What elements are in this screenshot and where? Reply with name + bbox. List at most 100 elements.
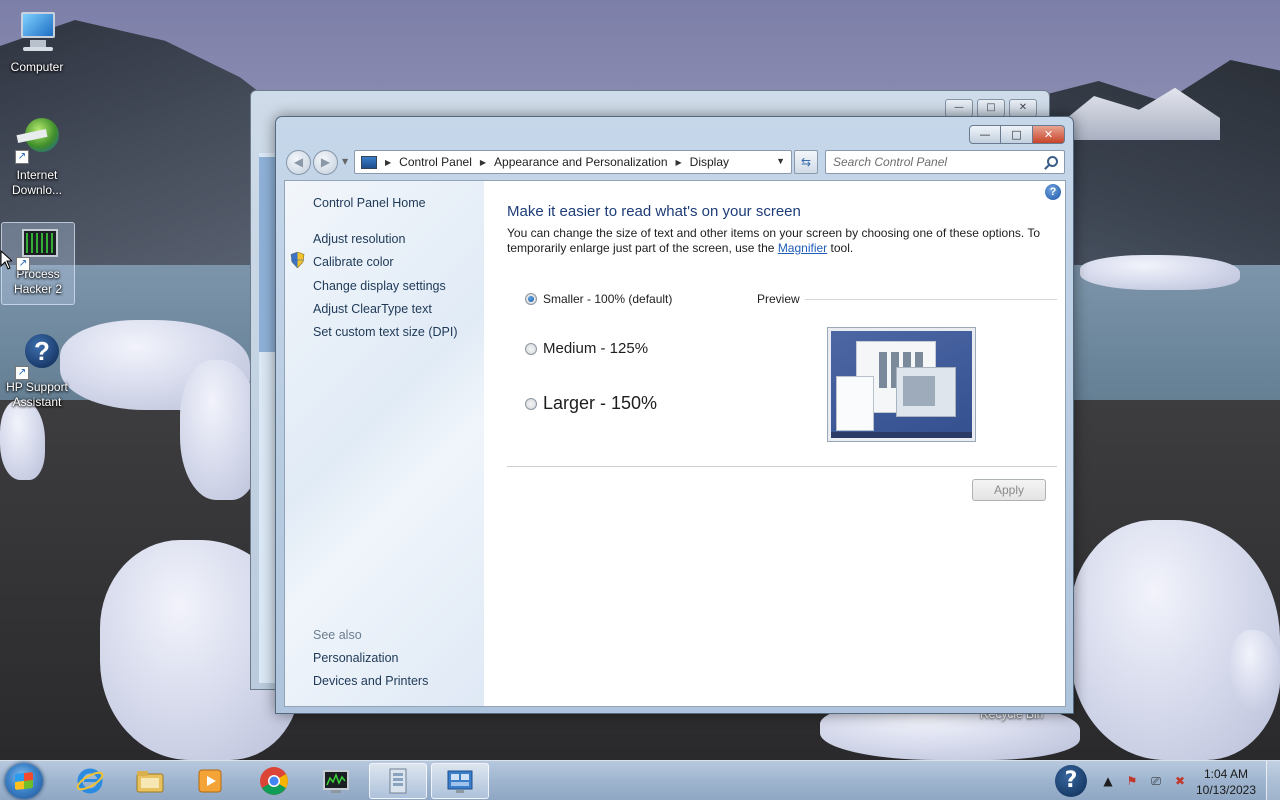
forward-button[interactable]: ▶ — [313, 150, 338, 175]
chevron-right-icon[interactable]: ▶ — [676, 158, 682, 167]
left-task-pane: Control Panel Home Adjust resolution Cal… — [285, 181, 484, 706]
hp-support-tray-icon[interactable]: ? — [1055, 765, 1087, 797]
shortcut-arrow-icon: ↗ — [16, 257, 30, 271]
hp-support-icon: ? ↗ — [13, 332, 61, 380]
main-pane: ? Make it easier to read what's on your … — [484, 181, 1065, 706]
control-panel-icon — [361, 155, 377, 169]
page-title: Make it easier to read what's on your sc… — [507, 203, 801, 220]
window-content: Control Panel Home Adjust resolution Cal… — [284, 180, 1066, 707]
taskbar-chrome[interactable] — [245, 763, 303, 799]
desktop-icon-hp-support-assistant[interactable]: ? ↗ HP Support Assistant — [0, 332, 74, 410]
close-button[interactable]: ✕ — [1009, 99, 1037, 117]
option-medium-label: Medium - 125% — [543, 340, 649, 357]
radio-larger[interactable] — [525, 397, 537, 410]
breadcrumb-appearance-personalization[interactable]: Appearance and Personalization — [494, 155, 667, 169]
chevron-right-icon[interactable]: ▶ — [385, 158, 391, 167]
clock-date: 10/13/2023 — [1195, 783, 1257, 797]
link-adjust-cleartype-text[interactable]: Adjust ClearType text — [313, 302, 432, 316]
maximize-button[interactable]: □ — [1001, 125, 1033, 144]
minimize-button[interactable]: — — [945, 99, 973, 117]
option-smaller[interactable]: Smaller - 100% (default) — [525, 292, 672, 306]
media-player-icon — [198, 769, 222, 793]
internet-download-manager-icon: ↗ — [13, 116, 61, 164]
forward-arrow-icon: ▶ — [320, 155, 331, 169]
apply-button[interactable]: Apply — [972, 479, 1046, 501]
network-icon[interactable]: ⎚ — [1148, 773, 1164, 789]
volume-muted-icon[interactable]: ✖ — [1172, 773, 1188, 789]
start-button[interactable] — [5, 763, 43, 799]
taskbar-internet-explorer[interactable] — [61, 763, 119, 799]
taskbar: ? ▲ ⚑ ⎚ ✖ 1:04 AM 10/13/2023 — [0, 760, 1280, 800]
back-arrow-icon: ◀ — [293, 155, 304, 169]
taskbar-media-player[interactable] — [181, 763, 239, 799]
desktop-icon-internet-download-manager[interactable]: ↗ Internet Downlo... — [0, 116, 74, 198]
clock[interactable]: 1:04 AM 10/13/2023 — [1195, 766, 1257, 798]
wallpaper-ice — [1080, 255, 1240, 290]
desktop-icon-label: Internet Downlo... — [11, 168, 63, 197]
show-desktop-button[interactable] — [1266, 761, 1280, 800]
background-window-sidebar — [259, 157, 275, 352]
search-input[interactable]: Search Control Panel — [825, 150, 1065, 174]
radio-medium[interactable] — [525, 342, 537, 355]
refresh-button[interactable]: ⇆ — [794, 150, 818, 174]
link-set-custom-text-size[interactable]: Set custom text size (DPI) — [313, 325, 457, 339]
maximize-button[interactable]: □ — [977, 99, 1005, 117]
internet-explorer-icon — [76, 768, 104, 794]
link-change-display-settings[interactable]: Change display settings — [313, 279, 446, 293]
taskbar-window[interactable] — [369, 763, 427, 799]
recent-pages-dropdown-icon[interactable]: ▼ — [342, 157, 348, 166]
chrome-icon — [260, 767, 288, 795]
shortcut-arrow-icon: ↗ — [15, 366, 29, 380]
preview-label: Preview — [757, 292, 800, 306]
preview-image — [827, 327, 976, 442]
preview-desktop — [831, 331, 972, 438]
link-control-panel-home[interactable]: Control Panel Home — [313, 196, 426, 210]
taskbar-windows-explorer[interactable] — [121, 763, 179, 799]
breadcrumb-display[interactable]: Display — [690, 155, 729, 169]
wallpaper-ice — [0, 400, 45, 480]
shortcut-arrow-icon: ↗ — [15, 150, 29, 164]
breadcrumb-control-panel[interactable]: Control Panel — [399, 155, 472, 169]
desktop-icon-process-hacker[interactable]: ↗ Process Hacker 2 — [1, 222, 75, 305]
link-calibrate-color[interactable]: Calibrate color — [313, 255, 394, 269]
link-adjust-resolution[interactable]: Adjust resolution — [313, 232, 405, 246]
radio-smaller[interactable] — [525, 293, 537, 305]
wallpaper-ice — [1230, 630, 1280, 710]
option-medium[interactable]: Medium - 125% — [525, 340, 648, 357]
process-hacker-icon: ↗ — [14, 223, 62, 271]
window-caption-buttons: — □ ✕ — [969, 125, 1065, 144]
desktop-icon-label: Process Hacker 2 — [13, 267, 63, 296]
description-text: You can change the size of text and othe… — [507, 226, 1041, 255]
link-devices-and-printers[interactable]: Devices and Printers — [313, 674, 428, 688]
taskbar-process-hacker[interactable] — [307, 763, 365, 799]
windows-logo-icon — [15, 772, 33, 790]
control-panel-icon — [447, 770, 473, 793]
preview-window-icon — [896, 367, 956, 417]
address-bar[interactable]: ▶ Control Panel ▶ Appearance and Persona… — [354, 150, 792, 174]
help-icon[interactable]: ? — [1045, 184, 1061, 200]
description-tail: tool. — [827, 241, 854, 255]
search-icon[interactable] — [1047, 156, 1058, 167]
minimize-button[interactable]: — — [969, 125, 1001, 144]
address-dropdown-icon[interactable]: ▼ — [776, 156, 785, 166]
mouse-cursor-icon — [0, 250, 12, 270]
preview-divider — [805, 299, 1057, 300]
magnifier-link[interactable]: Magnifier — [778, 241, 827, 255]
desktop-icon-computer[interactable]: Computer — [0, 8, 74, 75]
refresh-icon: ⇆ — [800, 155, 812, 169]
close-button[interactable]: ✕ — [1033, 125, 1065, 144]
option-smaller-label: Smaller - 100% (default) — [543, 292, 673, 306]
page-description: You can change the size of text and othe… — [507, 226, 1047, 256]
preview-taskbar — [831, 432, 972, 438]
preview-window-icon — [836, 376, 874, 431]
back-button[interactable]: ◀ — [286, 150, 311, 175]
show-hidden-icons-icon[interactable]: ▲ — [1100, 773, 1116, 789]
taskbar-control-panel[interactable] — [431, 763, 489, 799]
link-personalization[interactable]: Personalization — [313, 651, 398, 665]
see-also-heading: See also — [313, 628, 362, 642]
display-control-panel-window[interactable]: — □ ✕ ◀ ▶ ▼ ▶ Control Panel ▶ Appearance… — [275, 116, 1074, 714]
option-larger[interactable]: Larger - 150% — [525, 393, 657, 414]
desktop-icon-label: Computer — [10, 60, 64, 74]
chevron-right-icon[interactable]: ▶ — [480, 158, 486, 167]
action-center-flag-icon[interactable]: ⚑ — [1124, 773, 1140, 789]
